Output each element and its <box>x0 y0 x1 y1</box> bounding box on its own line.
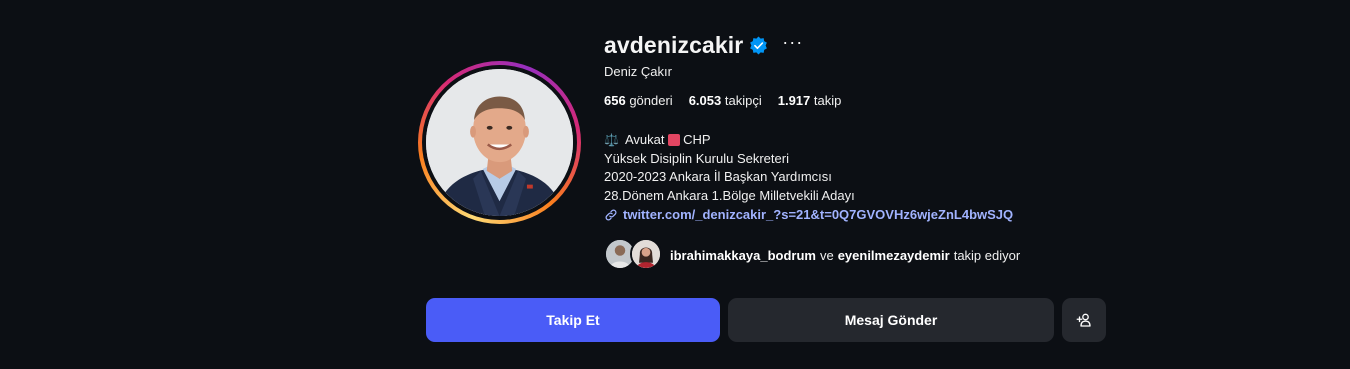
bio-line-4: 28.Dönem Ankara 1.Bölge Milletvekili Ada… <box>604 187 855 203</box>
profile-stats: 656 gönderi 6.053 takipçi 1.917 takip <box>604 93 857 108</box>
username-row: avdenizcakir ··· <box>604 30 803 60</box>
follower-avatar <box>630 238 662 270</box>
more-options-icon[interactable]: ··· <box>782 33 803 51</box>
follower-username-2[interactable]: eyenilmezaydemir <box>838 248 950 263</box>
suggest-accounts-button[interactable] <box>1062 298 1106 342</box>
following-stat[interactable]: 1.917 takip <box>778 93 842 108</box>
bio: ⚖️ Avukat CHP Yüksek Disiplin Kurulu Sekr… <box>604 131 855 205</box>
scales-emoji: ⚖️ <box>604 133 619 147</box>
followers-stat[interactable]: 6.053 takipçi <box>689 93 762 108</box>
story-ring[interactable] <box>418 61 581 224</box>
bio-line-1: ⚖️ Avukat CHP <box>604 131 855 150</box>
bio-line-3: 2020-2023 Ankara İl Başkan Yardımcısı <box>604 169 832 184</box>
follower-avatars <box>604 238 666 272</box>
posts-stat: 656 gönderi <box>604 93 673 108</box>
link-icon <box>605 209 617 220</box>
link-text[interactable]: twitter.com/_denizcakir_?s=21&t=0Q7GVOVH… <box>623 207 1013 222</box>
red-square-emoji <box>668 134 681 147</box>
bio-line-2: Yüksek Disiplin Kurulu Sekreteri <box>604 150 789 166</box>
message-button[interactable]: Mesaj Gönder <box>728 298 1054 342</box>
username: avdenizcakir <box>604 31 744 58</box>
profile-header: avdenizcakir ··· Deniz Çakır 656 gönderi… <box>0 0 1350 369</box>
full-name: Deniz Çakır <box>604 64 672 79</box>
profile-avatar[interactable] <box>426 69 573 216</box>
profile-link[interactable]: twitter.com/_denizcakir_?s=21&t=0Q7GVOVH… <box>604 207 1013 222</box>
add-person-icon <box>1076 313 1091 327</box>
follow-button[interactable]: Takip Et <box>426 298 720 342</box>
profile-photo <box>426 69 573 216</box>
followed-by[interactable]: ibrahimakkaya_bodrum ve eyenilmezaydemir… <box>604 238 1024 272</box>
follower-username-1[interactable]: ibrahimakkaya_bodrum <box>670 248 816 263</box>
verified-badge-icon <box>750 35 768 55</box>
